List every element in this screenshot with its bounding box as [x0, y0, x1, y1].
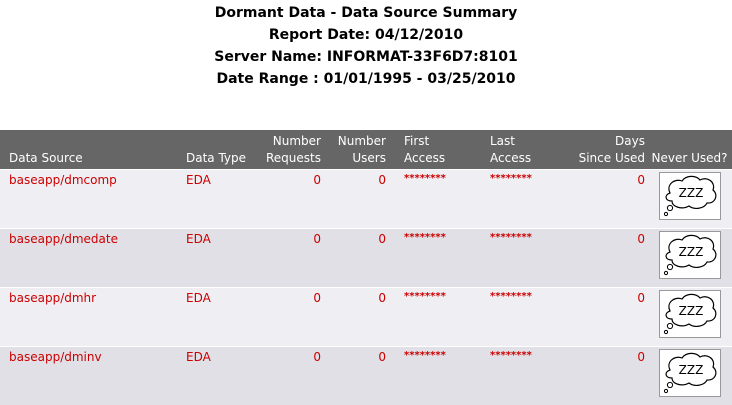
days-since-used-cell: 0 [558, 347, 647, 405]
data-type-cell: EDA [177, 347, 251, 405]
data-type-cell: EDA [177, 170, 251, 229]
days-since-used-cell: 0 [558, 229, 647, 288]
header-first-access: FirstAccess [388, 130, 473, 170]
last-access-cell: ******** [473, 288, 558, 347]
data-source-link[interactable]: baseapp/dmcomp [0, 170, 177, 229]
table-row: baseapp/dmcomp EDA 0 0 ******** ********… [0, 170, 732, 229]
table-row: baseapp/dmhr EDA 0 0 ******** ******** 0… [0, 288, 732, 347]
data-source-link[interactable]: baseapp/dmedate [0, 229, 177, 288]
data-source-summary-table: Data Source Data Type NumberRequests Num… [0, 130, 732, 405]
server-name: Server Name: INFORMAT-33F6D7:8101 [0, 46, 732, 68]
date-range: Date Range : 01/01/1995 - 03/25/2010 [0, 68, 732, 90]
last-access-cell: ******** [473, 170, 558, 229]
sleeping-zzz-icon: ZZZ [659, 231, 721, 279]
never-used-cell: ZZZ [647, 288, 732, 347]
days-since-used-cell: 0 [558, 170, 647, 229]
data-type-cell: EDA [177, 288, 251, 347]
number-requests-cell: 0 [251, 347, 323, 405]
last-access-cell: ******** [473, 229, 558, 288]
header-never-used: Never Used? [647, 130, 732, 170]
sleeping-zzz-icon: ZZZ [659, 290, 721, 338]
number-users-cell: 0 [323, 347, 388, 405]
number-users-cell: 0 [323, 229, 388, 288]
number-users-cell: 0 [323, 170, 388, 229]
zzz-text: ZZZ [678, 304, 703, 318]
header-days-since-used: DaysSince Used [558, 130, 647, 170]
last-access-cell: ******** [473, 347, 558, 405]
header-data-source: Data Source [0, 130, 177, 170]
number-requests-cell: 0 [251, 229, 323, 288]
table-row: baseapp/dminv EDA 0 0 ******** ******** … [0, 347, 732, 405]
first-access-cell: ******** [388, 347, 473, 405]
zzz-text: ZZZ [678, 186, 703, 200]
number-requests-cell: 0 [251, 288, 323, 347]
header-data-type: Data Type [177, 130, 251, 170]
data-source-link[interactable]: baseapp/dminv [0, 347, 177, 405]
table-header-row: Data Source Data Type NumberRequests Num… [0, 130, 732, 170]
zzz-text: ZZZ [678, 245, 703, 259]
data-type-cell: EDA [177, 229, 251, 288]
table-row: baseapp/dmedate EDA 0 0 ******** *******… [0, 229, 732, 288]
report-title: Dormant Data - Data Source Summary [0, 2, 732, 24]
header-number-requests: NumberRequests [251, 130, 323, 170]
data-source-link[interactable]: baseapp/dmhr [0, 288, 177, 347]
report-header: Dormant Data - Data Source Summary Repor… [0, 2, 732, 90]
never-used-cell: ZZZ [647, 229, 732, 288]
never-used-cell: ZZZ [647, 347, 732, 405]
days-since-used-cell: 0 [558, 288, 647, 347]
number-users-cell: 0 [323, 288, 388, 347]
sleeping-zzz-icon: ZZZ [659, 172, 721, 220]
first-access-cell: ******** [388, 170, 473, 229]
sleeping-zzz-icon: ZZZ [659, 349, 721, 397]
never-used-cell: ZZZ [647, 170, 732, 229]
zzz-text: ZZZ [678, 363, 703, 377]
header-number-users: NumberUsers [323, 130, 388, 170]
first-access-cell: ******** [388, 288, 473, 347]
report-date: Report Date: 04/12/2010 [0, 24, 732, 46]
number-requests-cell: 0 [251, 170, 323, 229]
first-access-cell: ******** [388, 229, 473, 288]
header-last-access: LastAccess [473, 130, 558, 170]
